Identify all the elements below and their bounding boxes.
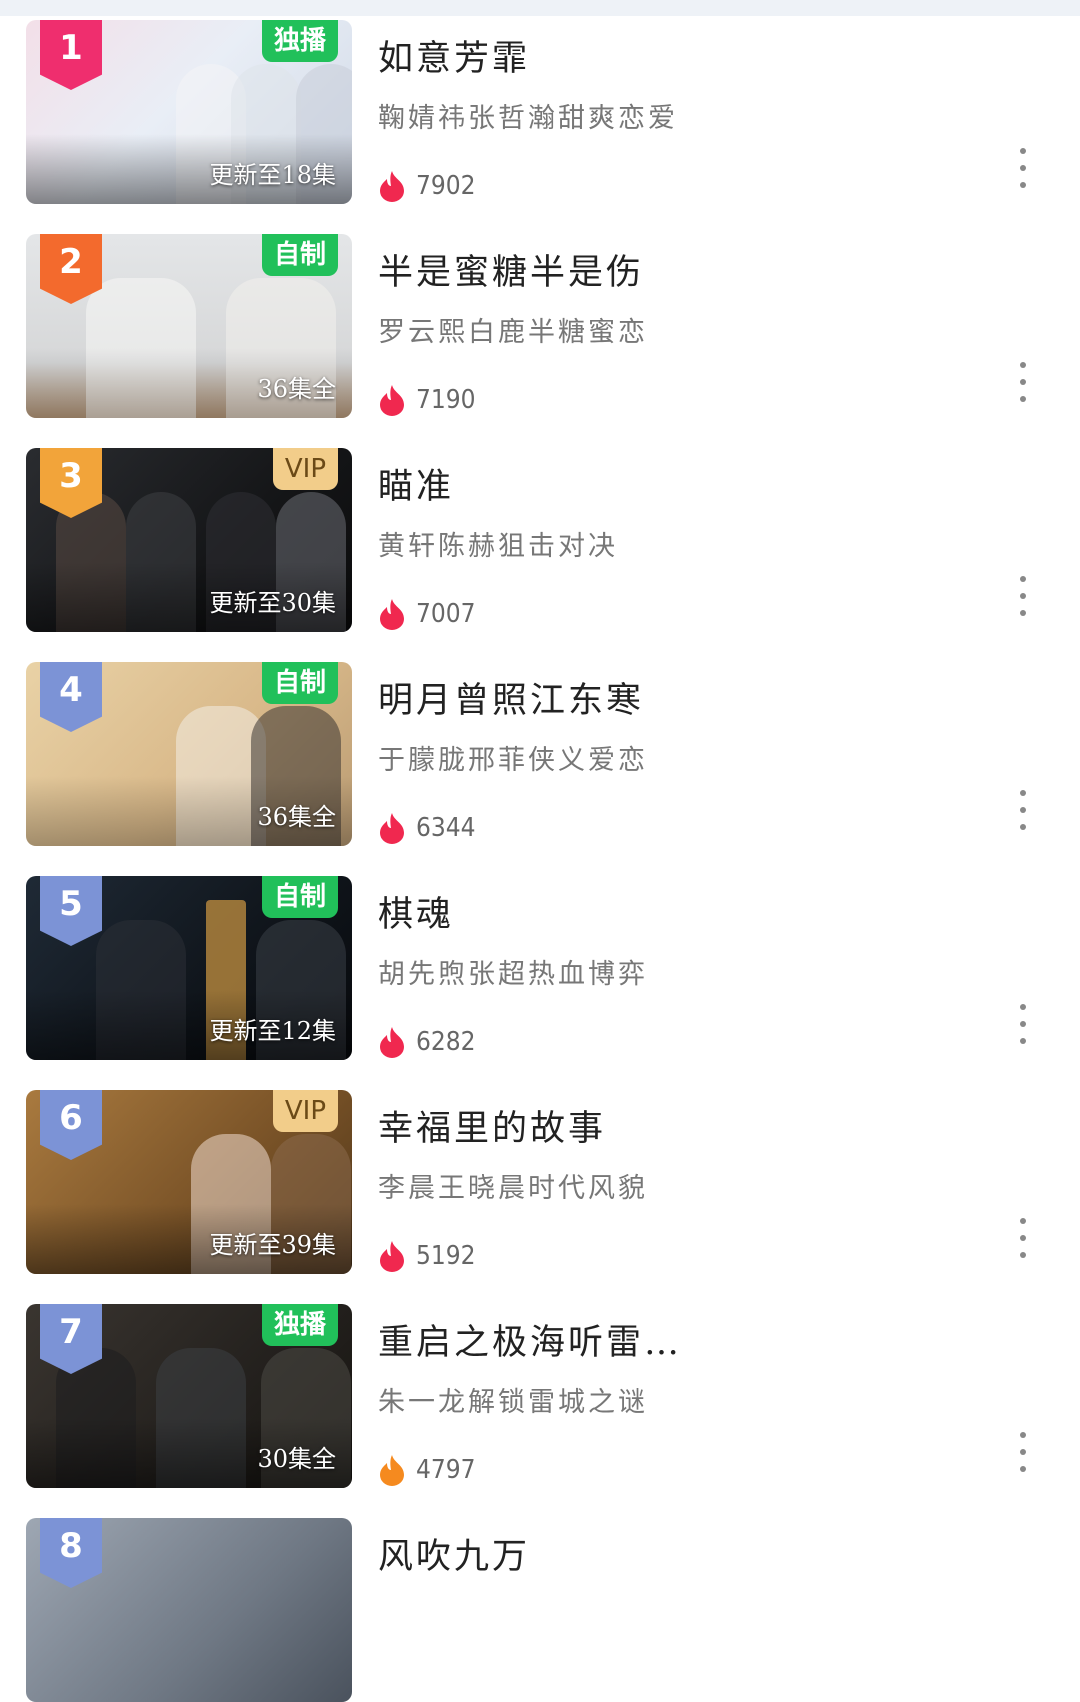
top-bar xyxy=(0,0,1080,16)
self-produced-tag: 自制 xyxy=(261,662,338,704)
drama-title[interactable]: 重启之极海听雷… xyxy=(378,1314,682,1365)
poster-thumbnail[interactable]: 3 VIP 更新至30集 xyxy=(26,448,352,632)
list-item[interactable]: 8 风吹九万 xyxy=(0,1518,1080,1702)
drama-description: 鞠婧祎张哲瀚甜爽恋爱 xyxy=(378,103,678,134)
self-produced-tag: 自制 xyxy=(261,234,338,276)
poster-thumbnail[interactable]: 6 VIP 更新至39集 xyxy=(26,1090,352,1274)
more-vertical-icon[interactable] xyxy=(1008,362,1038,402)
heat-score: 7902 xyxy=(378,166,476,206)
heat-score: 7190 xyxy=(378,380,476,420)
heat-value: 7190 xyxy=(416,385,476,415)
heat-score: 4797 xyxy=(378,1450,476,1490)
drama-title[interactable]: 如意芳霏 xyxy=(378,30,530,81)
drama-description: 朱一龙解锁雷城之谜 xyxy=(378,1387,648,1418)
drama-description: 李晨王晓晨时代风貌 xyxy=(378,1173,648,1204)
more-vertical-icon[interactable] xyxy=(1008,1432,1038,1472)
poster-thumbnail[interactable]: 1 独播 更新至18集 xyxy=(26,20,352,204)
flame-icon xyxy=(380,599,404,630)
self-produced-tag: 自制 xyxy=(261,876,338,918)
poster-thumbnail[interactable]: 7 独播 30集全 xyxy=(26,1304,352,1488)
poster-thumbnail[interactable]: 5 自制 更新至12集 xyxy=(26,876,352,1060)
drama-title[interactable]: 幸福里的故事 xyxy=(378,1100,606,1151)
heat-value: 4797 xyxy=(416,1455,476,1485)
drama-title[interactable]: 瞄准 xyxy=(378,458,454,509)
episode-status: 更新至18集 xyxy=(209,161,336,189)
flame-icon xyxy=(380,1241,404,1272)
vip-tag: VIP xyxy=(272,448,338,490)
list-item[interactable]: 7 独播 30集全 重启之极海听雷… 朱一龙解锁雷城之谜 4797 xyxy=(0,1304,1080,1488)
episode-status: 30集全 xyxy=(257,1445,336,1473)
heat-score: 6344 xyxy=(378,808,476,848)
poster-thumbnail[interactable]: 8 xyxy=(26,1518,352,1702)
flame-icon xyxy=(380,813,404,844)
exclusive-tag: 独播 xyxy=(261,20,338,62)
more-vertical-icon[interactable] xyxy=(1008,1218,1038,1258)
flame-icon xyxy=(380,1455,404,1486)
poster-thumbnail[interactable]: 4 自制 36集全 xyxy=(26,662,352,846)
flame-icon xyxy=(380,1027,404,1058)
list-item[interactable]: 3 VIP 更新至30集 瞄准 黄轩陈赫狙击对决 7007 xyxy=(0,448,1080,632)
drama-title[interactable]: 棋魂 xyxy=(378,886,454,937)
drama-description: 胡先煦张超热血博弈 xyxy=(378,959,648,990)
episode-status: 36集全 xyxy=(257,803,336,831)
more-vertical-icon[interactable] xyxy=(1008,148,1038,188)
list-item[interactable]: 1 独播 更新至18集 如意芳霏 鞠婧祎张哲瀚甜爽恋爱 7902 xyxy=(0,20,1080,204)
heat-value: 7007 xyxy=(416,599,476,629)
heat-value: 6344 xyxy=(416,813,476,843)
list-item[interactable]: 6 VIP 更新至39集 幸福里的故事 李晨王晓晨时代风貌 5192 xyxy=(0,1090,1080,1274)
episode-status: 更新至39集 xyxy=(209,1231,336,1259)
list-item[interactable]: 4 自制 36集全 明月曾照江东寒 于朦胧邢菲侠义爱恋 6344 xyxy=(0,662,1080,846)
episode-status: 更新至30集 xyxy=(209,589,336,617)
flame-icon xyxy=(380,171,404,202)
poster-thumbnail[interactable]: 2 自制 36集全 xyxy=(26,234,352,418)
drama-description: 黄轩陈赫狙击对决 xyxy=(378,531,618,562)
episode-status: 更新至12集 xyxy=(209,1017,336,1045)
list-item[interactable]: 5 自制 更新至12集 棋魂 胡先煦张超热血博弈 6282 xyxy=(0,876,1080,1060)
list-item[interactable]: 2 自制 36集全 半是蜜糖半是伤 罗云熙白鹿半糖蜜恋 7190 xyxy=(0,234,1080,418)
heat-score: 5192 xyxy=(378,1236,476,1276)
more-vertical-icon[interactable] xyxy=(1008,1004,1038,1044)
drama-title[interactable]: 明月曾照江东寒 xyxy=(378,672,644,723)
flame-icon xyxy=(380,385,404,416)
heat-value: 6282 xyxy=(416,1027,476,1057)
more-vertical-icon[interactable] xyxy=(1008,790,1038,830)
drama-title[interactable]: 半是蜜糖半是伤 xyxy=(378,244,644,295)
heat-score: 7007 xyxy=(378,594,476,634)
heat-value: 5192 xyxy=(416,1241,476,1271)
drama-description: 罗云熙白鹿半糖蜜恋 xyxy=(378,317,648,348)
more-vertical-icon[interactable] xyxy=(1008,576,1038,616)
heat-value: 7902 xyxy=(416,171,476,201)
drama-description: 于朦胧邢菲侠义爱恋 xyxy=(378,745,648,776)
drama-title[interactable]: 风吹九万 xyxy=(378,1528,530,1579)
heat-score: 6282 xyxy=(378,1022,476,1062)
exclusive-tag: 独播 xyxy=(261,1304,338,1346)
vip-tag: VIP xyxy=(272,1090,338,1132)
episode-status: 36集全 xyxy=(257,375,336,403)
